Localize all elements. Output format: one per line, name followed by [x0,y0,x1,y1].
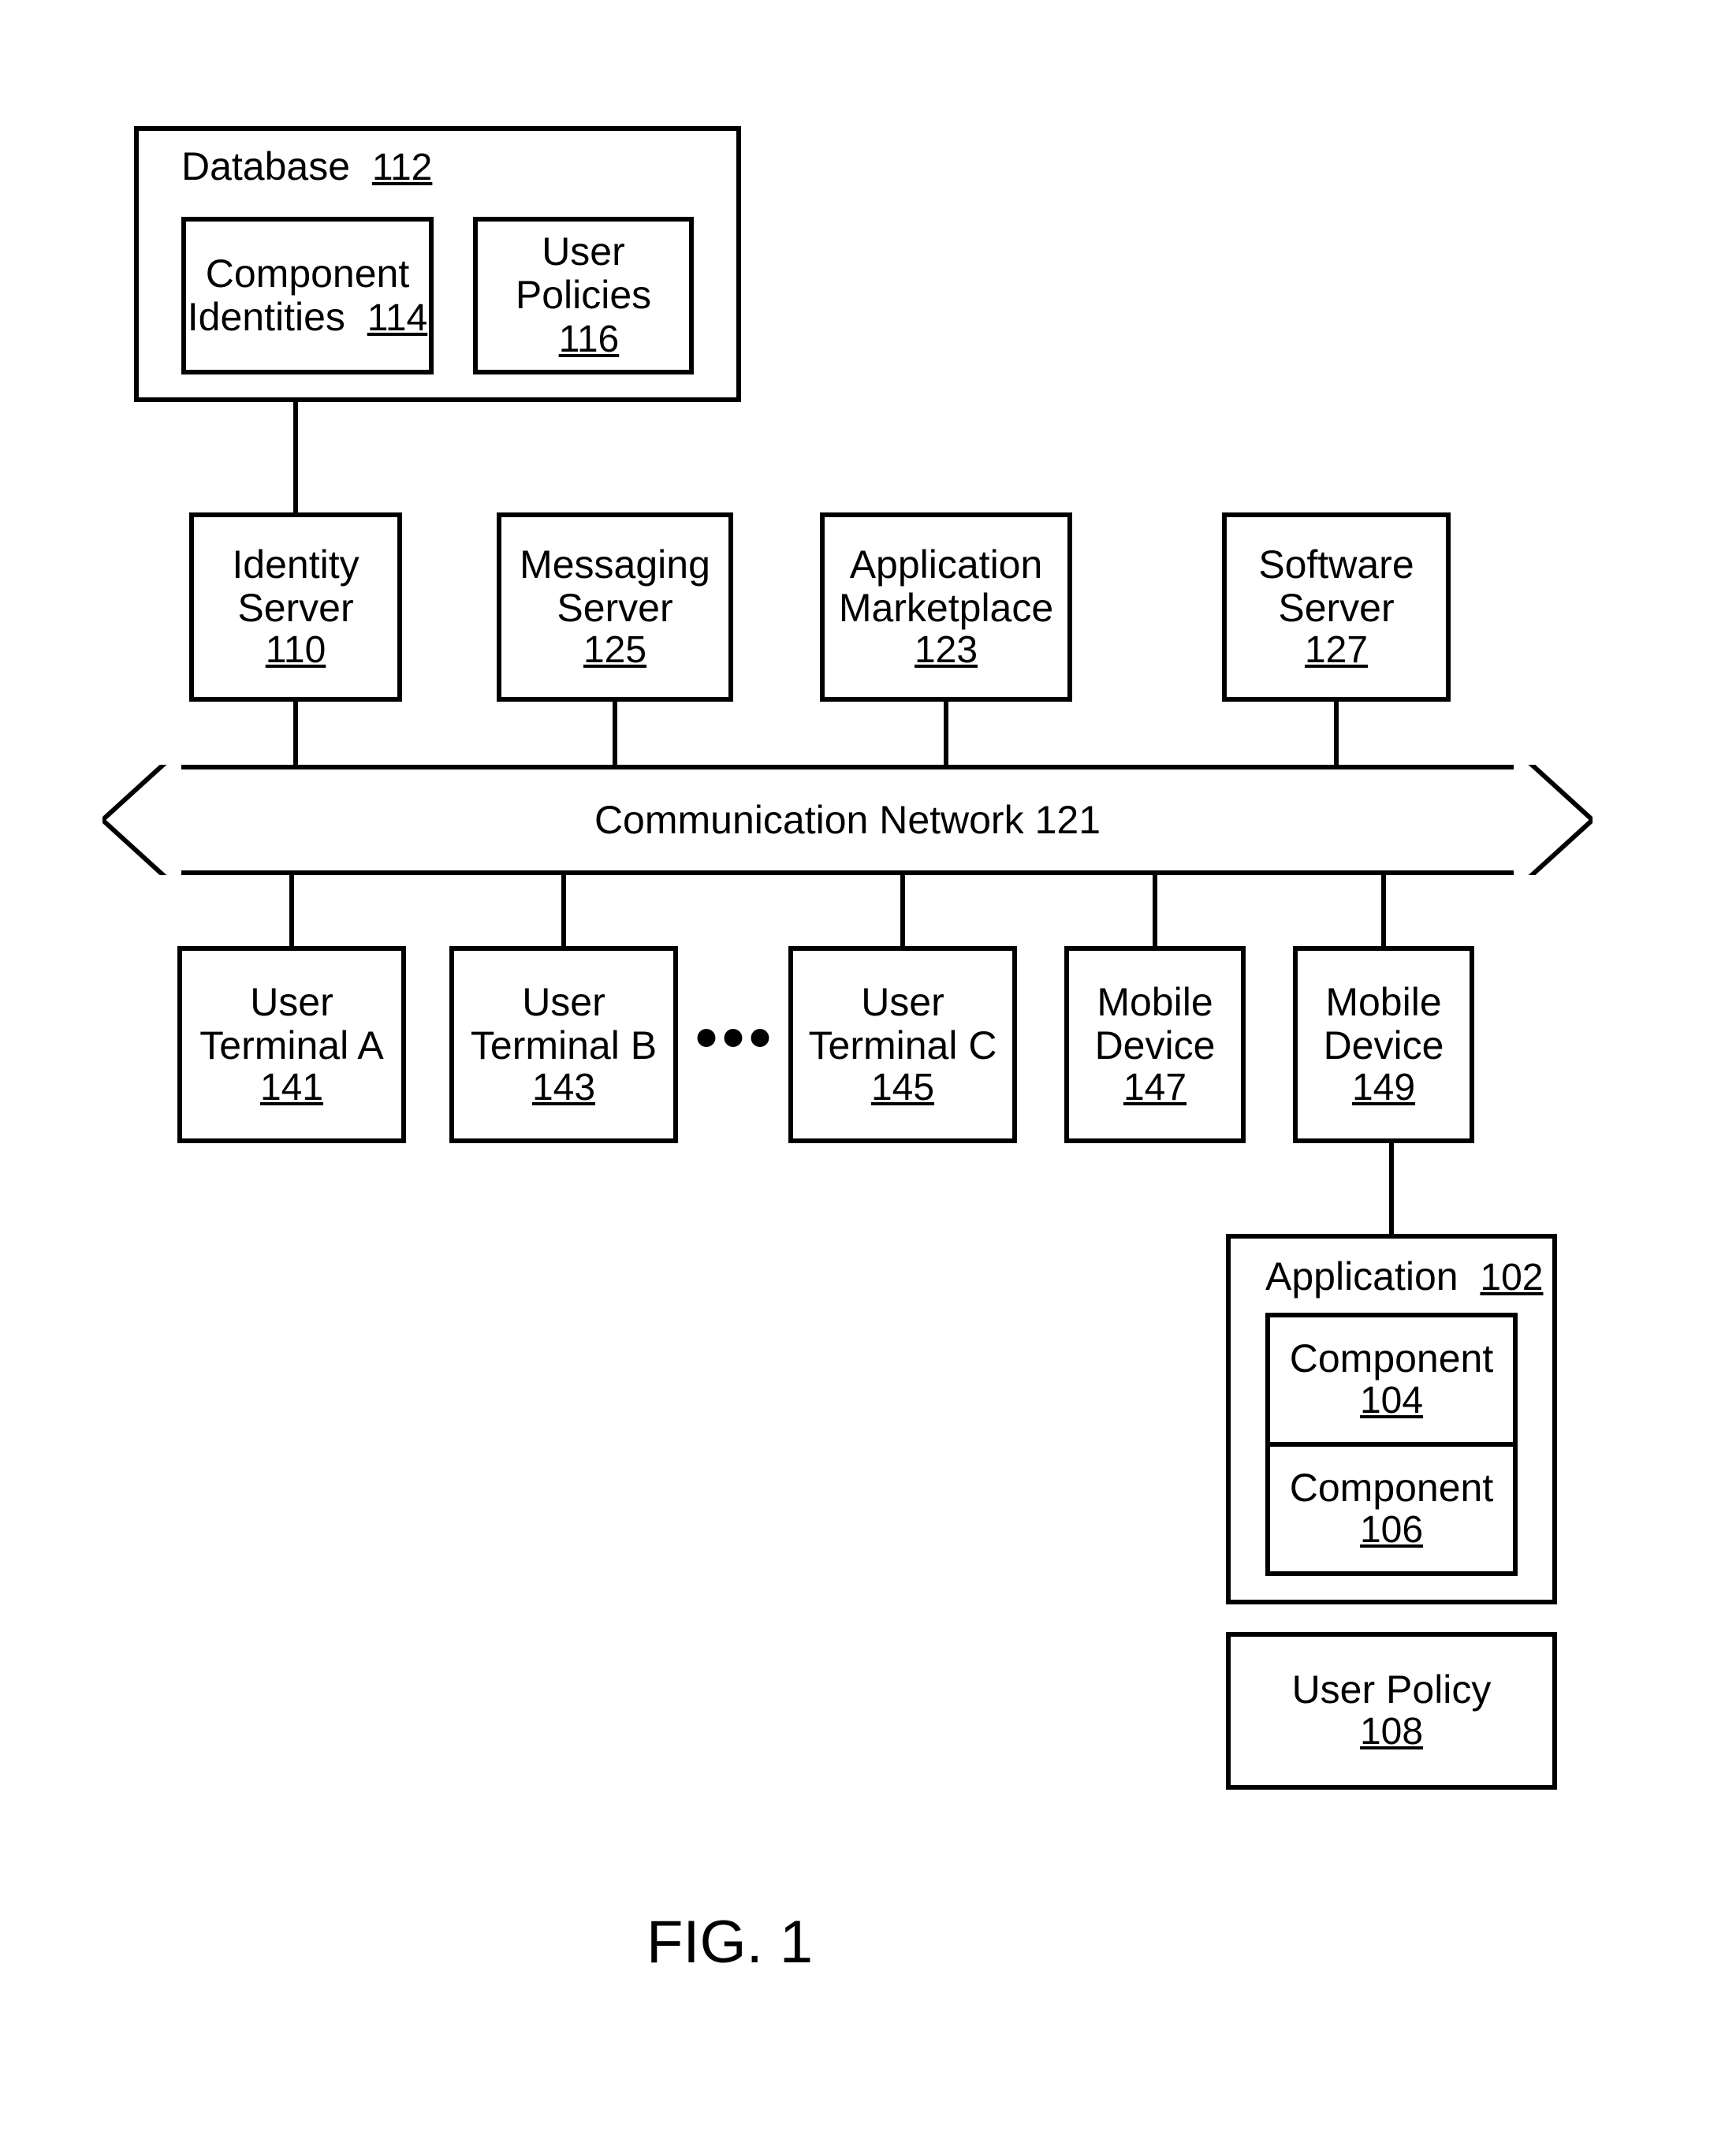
communication-network-arrow: Communication Network 121 [102,765,1593,875]
application-component-2-box: Component 106 [1265,1442,1518,1576]
network-label: Communication Network [594,797,1024,843]
component-identities-l2: Identities [188,295,345,339]
conn-messaging-network [613,702,617,765]
messaging-server-ref: 125 [583,630,646,672]
user-policy-ref: 108 [1360,1712,1423,1753]
user-terminal-a-l2: Terminal A [199,1024,383,1068]
messaging-server-l2: Server [557,587,672,630]
conn-database-identity [293,402,298,512]
user-policy-box: User Policy 108 [1226,1632,1557,1790]
software-server-box: Software Server 127 [1222,512,1451,702]
mobile-device-1-box: Mobile Device 147 [1064,946,1246,1143]
figure-1-diagram: Database 112 Component Identities 114 Us… [0,0,1736,2135]
database-label: Database [181,144,350,188]
application-marketplace-l1: Application [850,543,1043,587]
mobile-device-1-l2: Device [1095,1024,1216,1068]
user-policies-box: User Policies 116 [473,217,694,374]
conn-network-mob-2 [1381,875,1386,946]
user-terminal-b-box: User Terminal B 143 [449,946,678,1143]
component-identities-box: Component Identities 114 [181,217,434,374]
application-ref: 102 [1480,1257,1543,1299]
conn-network-mob-1 [1153,875,1157,946]
application-marketplace-ref: 123 [915,630,978,672]
messaging-server-box: Messaging Server 125 [497,512,733,702]
conn-network-ut-b [561,875,566,946]
software-server-ref: 127 [1305,630,1368,672]
conn-marketplace-network [944,702,948,765]
mobile-device-1-ref: 147 [1123,1068,1187,1109]
conn-identity-network [293,702,298,765]
identity-server-ref: 110 [266,630,326,672]
user-policies-l2: Policies [516,273,651,317]
database-ref: 112 [372,147,433,188]
user-terminal-b-l2: Terminal B [471,1024,657,1068]
user-terminal-a-box: User Terminal A 141 [177,946,406,1143]
application-component-2-ref: 106 [1360,1510,1423,1552]
component-identities-l1: Component [206,252,410,296]
figure-label: FIG. 1 [646,1908,813,1977]
network-ref: 121 [1035,797,1101,843]
application-component-1-box: Component 104 [1265,1313,1518,1447]
application-marketplace-box: Application Marketplace 123 [820,512,1072,702]
application-component-1-ref: 104 [1360,1380,1423,1422]
mobile-device-2-ref: 149 [1352,1068,1415,1109]
user-terminal-c-box: User Terminal C 145 [788,946,1017,1143]
user-terminal-a-l1: User [250,981,333,1024]
application-title: Application 102 [1265,1254,1544,1299]
user-terminal-b-l1: User [522,981,605,1024]
user-terminal-c-l2: Terminal C [809,1024,997,1068]
component-identities-ref: 114 [367,297,428,339]
application-component-1-l1: Component [1290,1337,1494,1380]
application-component-2-l1: Component [1290,1466,1494,1510]
conn-software-network [1334,702,1339,765]
user-terminal-b-ref: 143 [532,1068,595,1109]
application-label: Application [1265,1254,1458,1299]
user-terminal-c-ref: 145 [871,1068,934,1109]
identity-server-box: Identity Server 110 [189,512,402,702]
conn-mob-2-application [1389,1143,1394,1234]
conn-network-ut-a [289,875,294,946]
database-title: Database 112 [181,143,432,189]
mobile-device-2-l2: Device [1324,1024,1444,1068]
mobile-device-1-l1: Mobile [1097,981,1213,1024]
user-policies-ref: 116 [559,319,620,360]
software-server-l1: Software [1258,543,1414,587]
identity-server-l2: Server [237,587,353,630]
identity-server-l1: Identity [232,543,359,587]
mobile-device-2-l1: Mobile [1325,981,1441,1024]
mobile-device-2-box: Mobile Device 149 [1293,946,1474,1143]
user-policies-l1: User [542,230,625,274]
user-terminal-c-l1: User [861,981,944,1024]
ellipsis-dots: ••• [695,1001,776,1074]
application-marketplace-l2: Marketplace [839,587,1053,630]
messaging-server-l1: Messaging [520,543,710,587]
software-server-l2: Server [1278,587,1394,630]
conn-network-ut-c [900,875,905,946]
user-terminal-a-ref: 141 [260,1068,323,1109]
user-policy-l1: User Policy [1292,1668,1492,1712]
